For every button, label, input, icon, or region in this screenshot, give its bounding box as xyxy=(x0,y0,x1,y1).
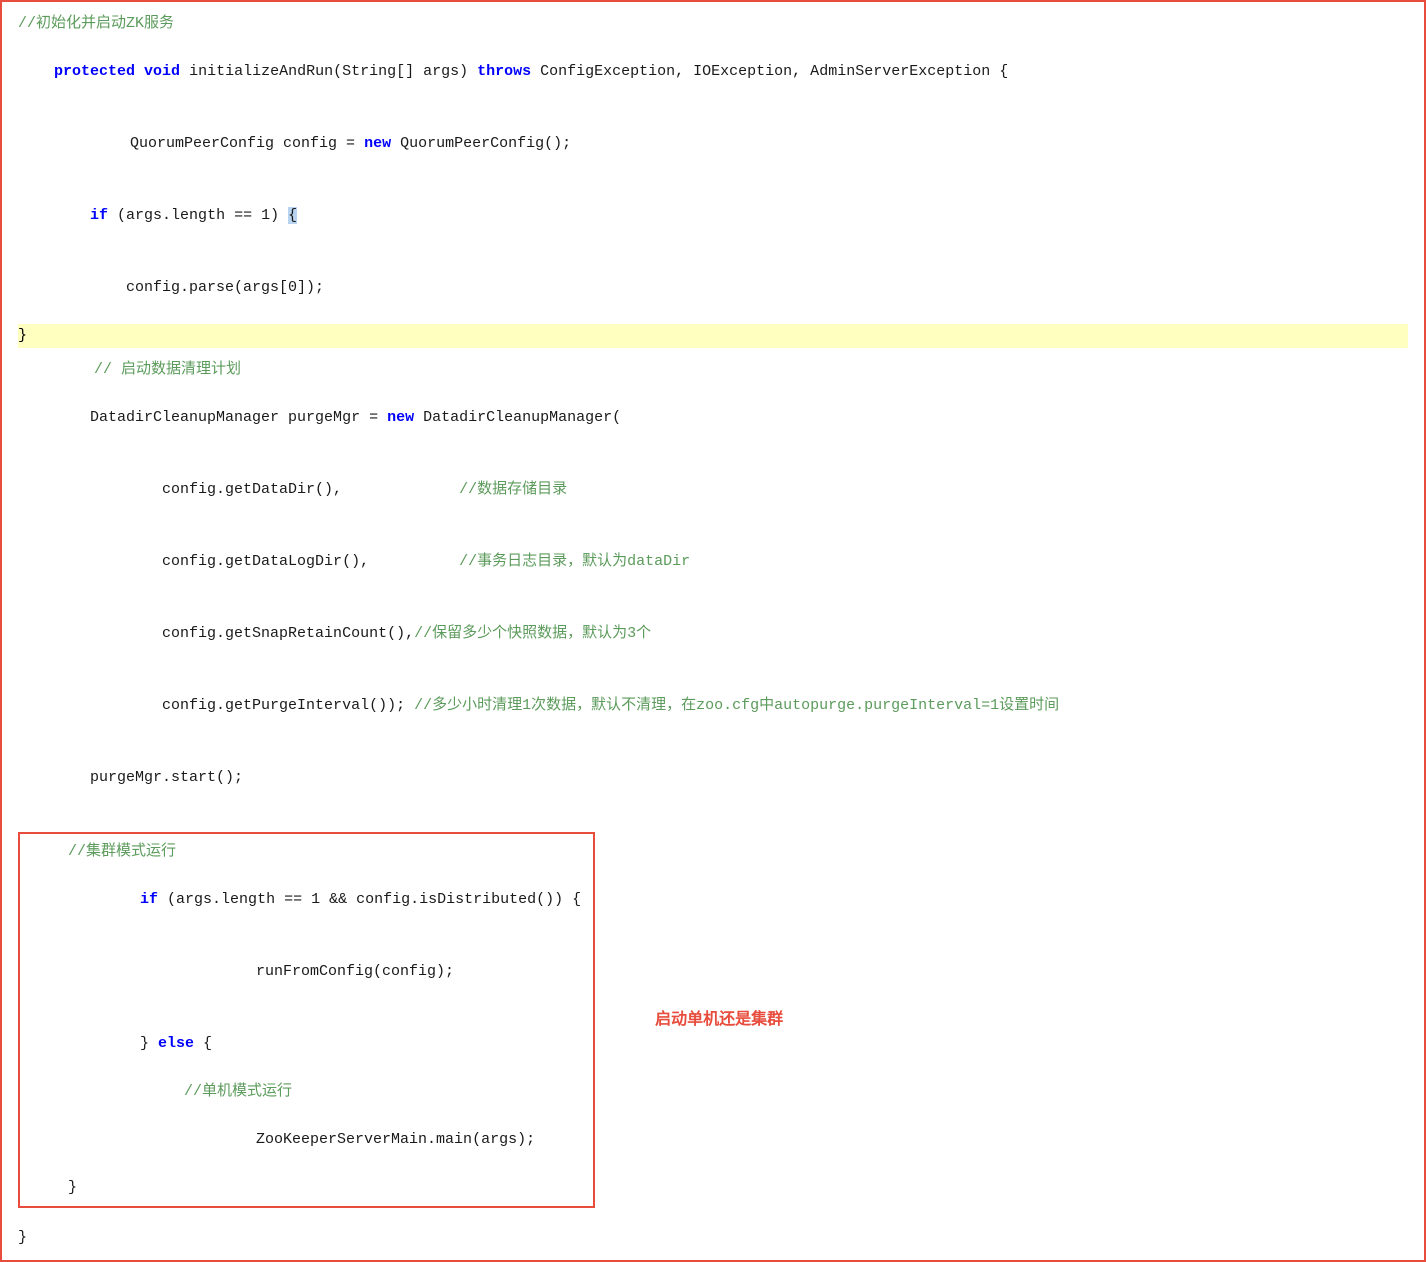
comment-line-2: // 启动数据清理计划 xyxy=(18,358,1408,382)
comment-datadir: //数据存储目录 xyxy=(459,481,567,498)
final-closing: } xyxy=(18,1226,1408,1250)
keyword-if: if xyxy=(90,207,108,224)
blank-1 xyxy=(18,348,1408,358)
zookeeperservermain-line: ZooKeeperServerMain.main(args); xyxy=(32,1104,581,1176)
getpurgeinterval-line: config.getPurgeInterval()); //多少小时清理1次数据… xyxy=(18,670,1408,742)
blank-2 xyxy=(18,814,1408,824)
comment-datalogdir: //事务日志目录，默认为dataDir xyxy=(459,553,690,570)
brace-highlight: { xyxy=(288,207,297,224)
keyword-else: else xyxy=(158,1035,194,1052)
comment-line-1: //初始化并启动ZK服务 xyxy=(18,12,1408,36)
closing-brace-1: } xyxy=(18,324,1408,348)
if-distributed-line: if (args.length == 1 && config.isDistrib… xyxy=(32,864,581,936)
keyword-throws: throws xyxy=(477,63,531,80)
config-parse-line: config.parse(args[0]); xyxy=(18,252,1408,324)
datadircleanup-line: DatadirCleanupManager purgeMgr = new Dat… xyxy=(18,382,1408,454)
keyword-new: new xyxy=(364,135,391,152)
cluster-comment: //集群模式运行 xyxy=(32,840,581,864)
keyword-new2: new xyxy=(387,409,414,426)
getdatadir-line: config.getDataDir(), //数据存储目录 xyxy=(18,454,1408,526)
if-line: if (args.length == 1) { xyxy=(18,180,1408,252)
purgemgr-start-line: purgeMgr.start(); xyxy=(18,742,1408,814)
comment-purgeinterval: //多少小时清理1次数据，默认不清理，在zoo.cfg中autopurge.pu… xyxy=(414,697,1059,714)
getdatalogdir-line: config.getDataLogDir(), //事务日志目录，默认为data… xyxy=(18,526,1408,598)
else-closing: } xyxy=(32,1176,581,1200)
runfromconfig-line: runFromConfig(config); xyxy=(32,936,581,1008)
keyword-if2: if xyxy=(140,891,158,908)
else-line: } else { xyxy=(32,1008,581,1080)
standalone-comment: //单机模式运行 xyxy=(32,1080,581,1104)
keyword-protected: protected xyxy=(54,63,135,80)
keyword-void: void xyxy=(144,63,180,80)
boxed-section-row: //集群模式运行 if (args.length == 1 && config.… xyxy=(18,824,1408,1216)
method-signature: protected void initializeAndRun(String[]… xyxy=(18,36,1408,108)
annotation-label: 启动单机还是集群 xyxy=(655,1007,783,1033)
comment-snapretain: //保留多少个快照数据，默认为3个 xyxy=(414,625,651,642)
blank-3 xyxy=(18,1216,1408,1226)
quorum-line: QuorumPeerConfig config = new QuorumPeer… xyxy=(18,108,1408,180)
code-container: //初始化并启动ZK服务 protected void initializeAn… xyxy=(0,0,1426,1262)
getsnapretain-line: config.getSnapRetainCount(),//保留多少个快照数据，… xyxy=(18,598,1408,670)
section-box: //集群模式运行 if (args.length == 1 && config.… xyxy=(18,832,595,1208)
